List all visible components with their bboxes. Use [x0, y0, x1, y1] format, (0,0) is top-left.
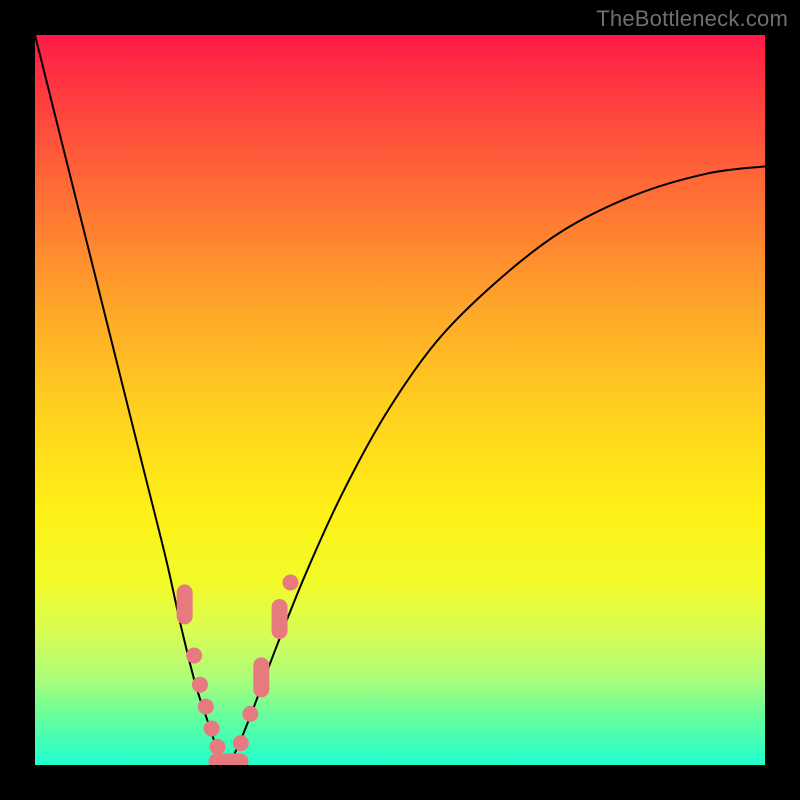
- curve-marker: [208, 753, 248, 765]
- watermark-text: TheBottleneck.com: [596, 6, 788, 32]
- curve-marker: [186, 648, 202, 664]
- curve-marker: [177, 584, 193, 624]
- curve-marker: [233, 735, 249, 751]
- bottleneck-curve: [35, 35, 765, 765]
- curve-marker: [192, 677, 208, 693]
- bottleneck-plot: [35, 35, 765, 765]
- curve-marker: [198, 699, 214, 715]
- outer-frame: TheBottleneck.com: [0, 0, 800, 800]
- bottleneck-curve-svg: [35, 35, 765, 765]
- curve-markers: [177, 575, 299, 766]
- curve-marker: [204, 721, 220, 737]
- curve-marker: [283, 575, 299, 591]
- curve-marker: [210, 739, 226, 755]
- curve-marker: [272, 599, 288, 639]
- curve-marker: [253, 657, 269, 697]
- curve-marker: [242, 706, 258, 722]
